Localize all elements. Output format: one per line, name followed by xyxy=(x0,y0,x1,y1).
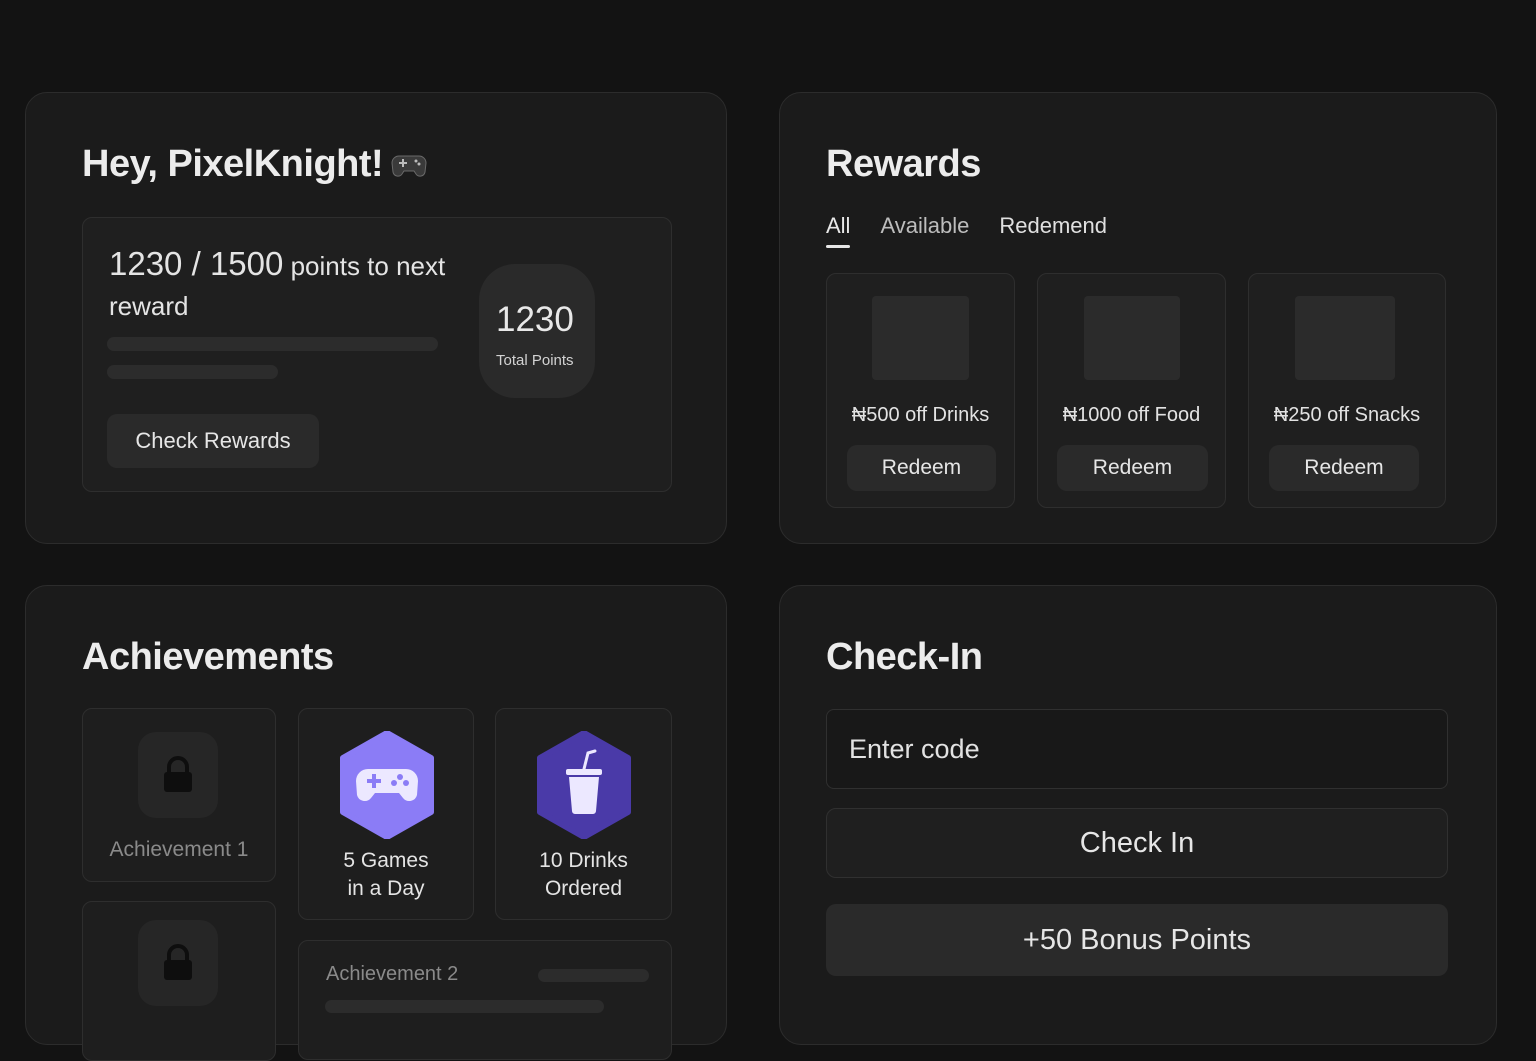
reward-card: ₦1000 off Food Redeem xyxy=(1037,273,1226,508)
achievement-card-locked: Achievement 1 xyxy=(82,708,276,882)
total-points-label: Total Points xyxy=(496,352,574,369)
progress-bar-secondary xyxy=(107,365,278,379)
achievement-progress-bar xyxy=(325,1000,604,1013)
achievement-progress-bar xyxy=(538,969,649,982)
achievement-label-line: 5 Games xyxy=(343,849,429,872)
achievement-label: Achievement 1 xyxy=(109,838,249,861)
achievement-label-line: in a Day xyxy=(347,877,425,900)
total-points-value: 1230 xyxy=(496,300,574,339)
bonus-points-button[interactable]: +50 Bonus Points xyxy=(826,904,1448,976)
redeem-button[interactable]: Redeem xyxy=(1269,445,1419,491)
greeting-header: Hey, PixelKnight! xyxy=(82,143,427,186)
achievements-title: Achievements xyxy=(82,636,334,678)
achievements-panel: Achievements Achievement 1 5 Games in a … xyxy=(25,585,727,1061)
check-rewards-button[interactable]: Check Rewards xyxy=(107,414,319,468)
reward-label: ₦500 off Drinks xyxy=(851,404,990,426)
achievement-label-line: 10 Drinks xyxy=(539,849,628,872)
reward-image xyxy=(1295,296,1395,380)
progress-bar-track xyxy=(107,337,438,351)
achievement-label: 10 Drinks Ordered xyxy=(496,847,671,903)
tab-redeemed[interactable]: Redemend xyxy=(999,213,1107,239)
achievement-card-progress: Achievement 2 xyxy=(298,940,672,1060)
reward-card: ₦500 off Drinks Redeem xyxy=(826,273,1015,508)
achievement-label: Achievement 2 xyxy=(326,963,459,985)
progress-separator: / xyxy=(182,245,210,282)
gamepad-icon xyxy=(340,731,434,839)
checkin-title: Check-In xyxy=(826,636,983,678)
rewards-tabs: All Available Redemend xyxy=(826,213,1107,248)
total-points-badge: 1230 Total Points xyxy=(479,264,595,398)
lock-icon xyxy=(138,920,218,1006)
gamepad-icon xyxy=(391,155,427,177)
achievement-label: 5 Games in a Day xyxy=(299,847,473,903)
achievement-card: 5 Games in a Day xyxy=(298,708,474,920)
rewards-title: Rewards xyxy=(826,143,981,185)
progress-current: 1230 xyxy=(109,245,183,282)
redeem-button[interactable]: Redeem xyxy=(1057,445,1208,491)
reward-image xyxy=(872,296,969,380)
progress-target: 1500 xyxy=(209,245,284,282)
greeting-title: Hey, PixelKnight! xyxy=(82,143,384,185)
achievement-card: 10 Drinks Ordered xyxy=(495,708,672,920)
lock-icon xyxy=(138,732,218,818)
reward-label: ₦1000 off Food xyxy=(1062,404,1201,426)
check-in-button[interactable]: Check In xyxy=(826,808,1448,878)
progress-card: 1230 / 1500 points to next reward Check … xyxy=(82,217,672,492)
progress-text: 1230 / 1500 points to next reward xyxy=(109,244,449,326)
welcome-panel: Hey, PixelKnight! 1230 / 1500 points to … xyxy=(25,92,727,544)
achievement-card-locked xyxy=(82,901,276,1061)
reward-card: ₦250 off Snacks Redeem xyxy=(1248,273,1446,508)
tab-available[interactable]: Available xyxy=(880,213,969,239)
cup-icon xyxy=(537,731,631,839)
rewards-panel: Rewards All Available Redemend ₦500 off … xyxy=(779,92,1497,544)
reward-image xyxy=(1084,296,1180,380)
redeem-button[interactable]: Redeem xyxy=(847,445,996,491)
checkin-panel: Check-In Check In +50 Bonus Points xyxy=(779,585,1497,1045)
code-input[interactable] xyxy=(826,709,1448,789)
reward-label: ₦250 off Snacks xyxy=(1273,404,1421,426)
achievement-label-line: Ordered xyxy=(544,877,623,900)
tab-all[interactable]: All xyxy=(826,213,851,248)
